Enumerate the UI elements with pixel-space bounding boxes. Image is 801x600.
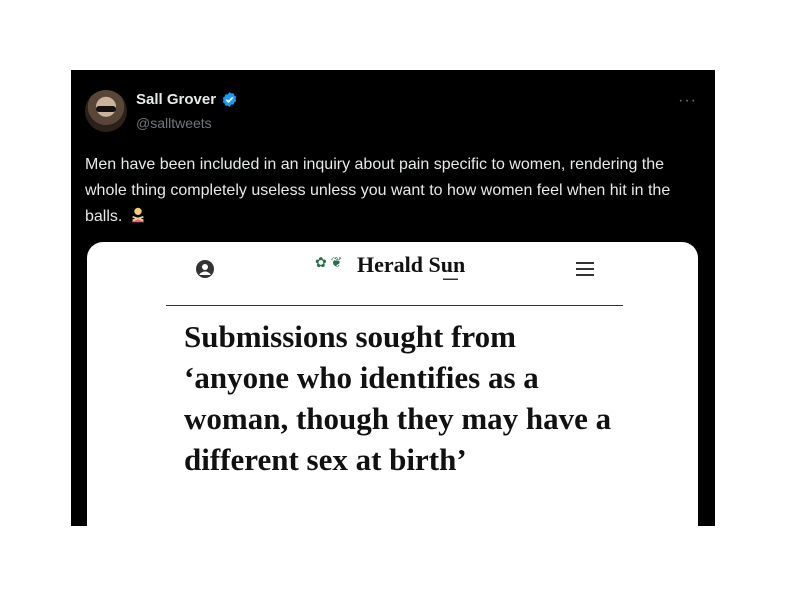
menu-icon: [576, 262, 594, 276]
tweet-card[interactable]: Sall Grover @salltweets ··· Men have bee…: [71, 70, 715, 526]
avatar[interactable]: [85, 90, 127, 132]
divider: [166, 305, 623, 306]
article-headline: Submissions sought from ‘anyone who iden…: [184, 319, 612, 477]
masthead-tagline-mark: ▬▬▬: [443, 276, 458, 282]
account-icon: [196, 260, 214, 278]
avatar-glasses: [96, 106, 116, 112]
author-name[interactable]: Sall Grover: [136, 91, 216, 108]
person-gesturing-no-emoji-icon: [131, 207, 145, 223]
article-screenshot[interactable]: ✿ ❦ Herald Sun ▬▬▬ Submissions sought fr…: [87, 242, 698, 526]
verified-badge-icon: [222, 92, 237, 107]
more-options-icon[interactable]: ···: [678, 92, 697, 110]
tweet-text-container: Men have been included in an inquiry abo…: [85, 152, 685, 230]
masthead: Herald Sun: [357, 252, 466, 277]
tweet-text: Men have been included in an inquiry abo…: [85, 156, 671, 225]
author-row: Sall Grover: [136, 91, 238, 108]
crest-icon: ✿ ❦: [315, 254, 343, 270]
author-handle[interactable]: @salltweets: [136, 115, 212, 131]
